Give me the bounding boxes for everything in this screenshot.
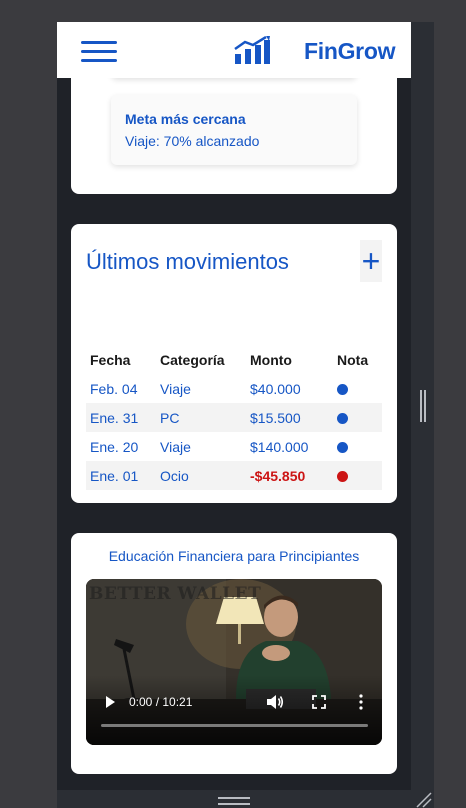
movement-category: Ocio (156, 461, 246, 490)
video-watermark: BETTER WALLET (89, 584, 262, 604)
resize-corner-icon[interactable] (414, 790, 432, 808)
add-movement-button[interactable]: + (360, 240, 382, 282)
movement-category: PC (156, 403, 246, 432)
more-options-icon[interactable] (358, 694, 364, 710)
table-row[interactable]: Feb. 04 Viaje $40.000 (86, 374, 382, 403)
movements-title: Últimos movimientos (86, 249, 289, 274)
video-player[interactable]: BETTER WALLET 0:00 / 10:21 (86, 579, 382, 745)
movement-amount: $40.000 (250, 380, 301, 397)
nearest-goal-title: Meta más cercana (125, 111, 246, 127)
note-dot-icon[interactable] (337, 442, 348, 454)
video-progress-bar[interactable] (101, 724, 368, 727)
brand-name[interactable]: FinGrow (304, 38, 395, 65)
drag-handle-icon[interactable] (218, 797, 250, 805)
education-title: Educación Financiera para Principiantes (108, 548, 360, 564)
movements-card: Últimos movimientos + Fecha Categoría Mo… (71, 224, 397, 503)
bar-chart-growth-icon (234, 36, 270, 64)
video-time: 0:00 / 10:21 (129, 695, 193, 709)
movement-date: Ene. 01 (86, 461, 156, 490)
education-card: Educación Financiera para Principiantes … (71, 533, 397, 774)
play-icon[interactable] (103, 695, 117, 709)
movement-date: Feb. 04 (90, 380, 138, 397)
movement-amount: $140.000 (250, 438, 309, 455)
column-header-category: Categoría (160, 352, 225, 368)
table-header-row: Fecha Categoría Monto Nota (86, 346, 382, 374)
movement-date: Ene. 31 (86, 403, 156, 432)
table-row[interactable]: Ene. 20 Viaje $140.000 (86, 432, 382, 461)
movement-amount: $15.500 (246, 403, 333, 432)
table-row[interactable]: Ene. 01 Ocio -$45.850 (86, 461, 382, 490)
column-header-note: Nota (337, 352, 369, 368)
hamburger-menu-icon[interactable] (81, 41, 117, 63)
movement-date: Ene. 20 (90, 438, 139, 455)
fullscreen-icon[interactable] (312, 695, 326, 709)
nearest-goal-card[interactable]: Meta más cercana Viaje: 70% alcanzado (111, 95, 357, 165)
scrollbar-handle[interactable] (420, 390, 426, 422)
note-dot-icon[interactable] (337, 384, 348, 396)
nearest-goal-progress: Viaje: 70% alcanzado (125, 133, 260, 149)
movements-table: Fecha Categoría Monto Nota Feb. 04 Viaje… (86, 346, 382, 490)
app-bar: FinGrow (57, 22, 411, 78)
movement-amount: -$45.850 (246, 461, 333, 490)
volume-icon[interactable] (266, 694, 284, 710)
note-dot-icon[interactable] (337, 471, 348, 483)
table-row[interactable]: Ene. 31 PC $15.500 (86, 403, 382, 432)
video-controls-overlay (86, 675, 382, 745)
movement-category: Viaje (160, 380, 191, 397)
column-header-amount: Monto (250, 352, 292, 368)
movement-category: Viaje (160, 438, 191, 455)
note-dot-icon[interactable] (337, 413, 348, 425)
column-header-date: Fecha (90, 352, 131, 368)
